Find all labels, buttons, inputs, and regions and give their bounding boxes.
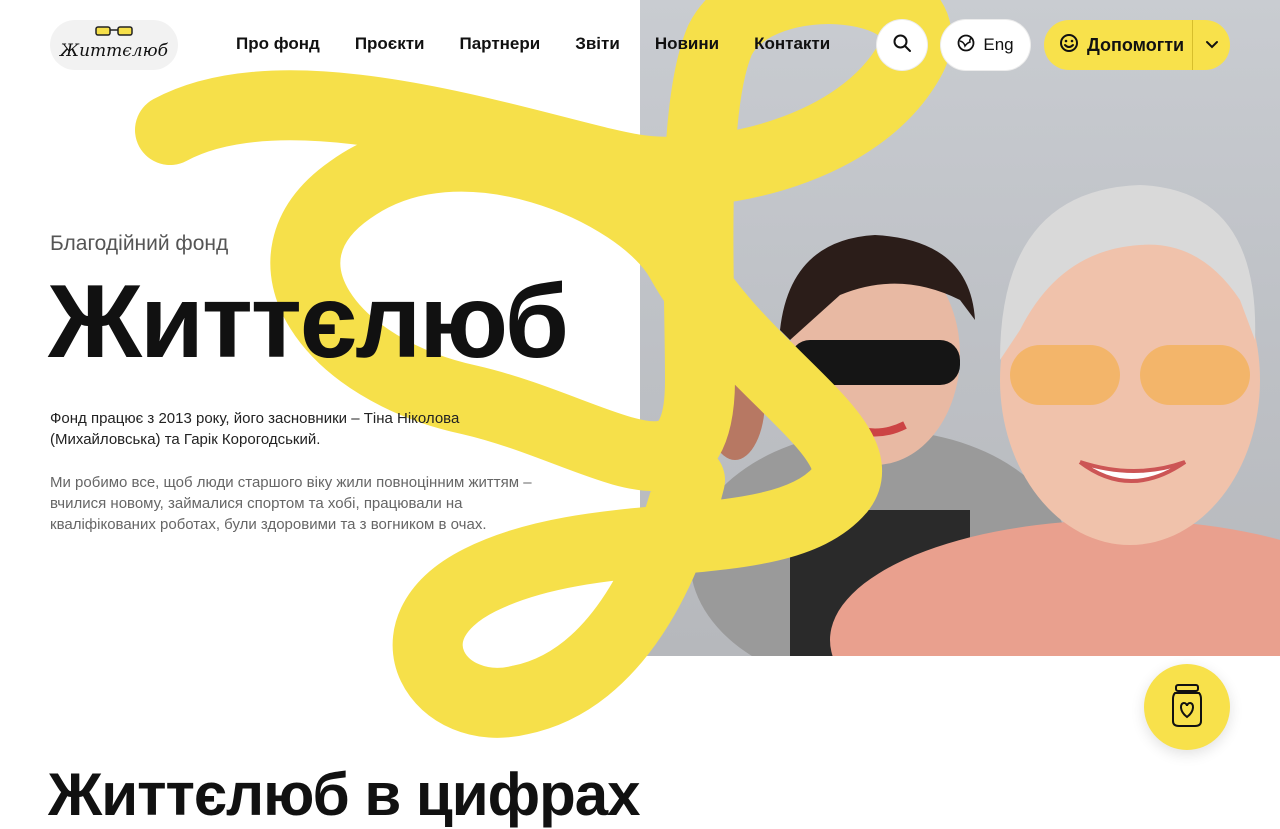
glasses-icon [94,25,134,39]
site-logo[interactable]: Життєлюб [50,20,178,70]
nav-item-news[interactable]: Новини [655,34,719,54]
nav-item-about[interactable]: Про фонд [236,34,320,54]
donate-jar-button[interactable] [1144,664,1230,750]
help-label: Допомогти [1087,34,1185,55]
hero-paragraph-mission: Ми робимо все, щоб люди старшого віку жи… [50,474,532,533]
search-icon [892,33,912,58]
hero-paragraph-founders: Фонд працює з 2013 року, його засновники… [50,410,460,448]
search-button[interactable] [877,20,927,70]
stats-section-title: Життєлюб в цифрах [48,761,641,828]
help-button[interactable]: Допомогти [1044,20,1230,70]
language-switch[interactable]: Eng [941,20,1030,70]
nav-item-reports[interactable]: Звіти [575,34,620,54]
globe-icon [957,34,975,57]
chevron-down-icon[interactable] [1193,40,1230,50]
nav-item-partners[interactable]: Партнери [459,34,540,54]
nav-item-contacts[interactable]: Контакти [754,34,830,54]
logo-wordmark: Життєлюб [60,41,168,61]
smile-icon [1059,33,1079,58]
nav-item-projects[interactable]: Проєкти [355,34,425,54]
hero-eyebrow: Благодійний фонд [50,232,229,255]
hero-photo [640,0,1280,656]
donation-jar-icon [1167,681,1207,734]
main-nav: Про фонд Проєкти Партнери Звіти Новини К… [236,34,830,54]
language-label: Eng [983,35,1014,54]
help-main-action[interactable]: Допомогти [1044,33,1192,58]
hero-title: Життєлюб [48,264,569,380]
